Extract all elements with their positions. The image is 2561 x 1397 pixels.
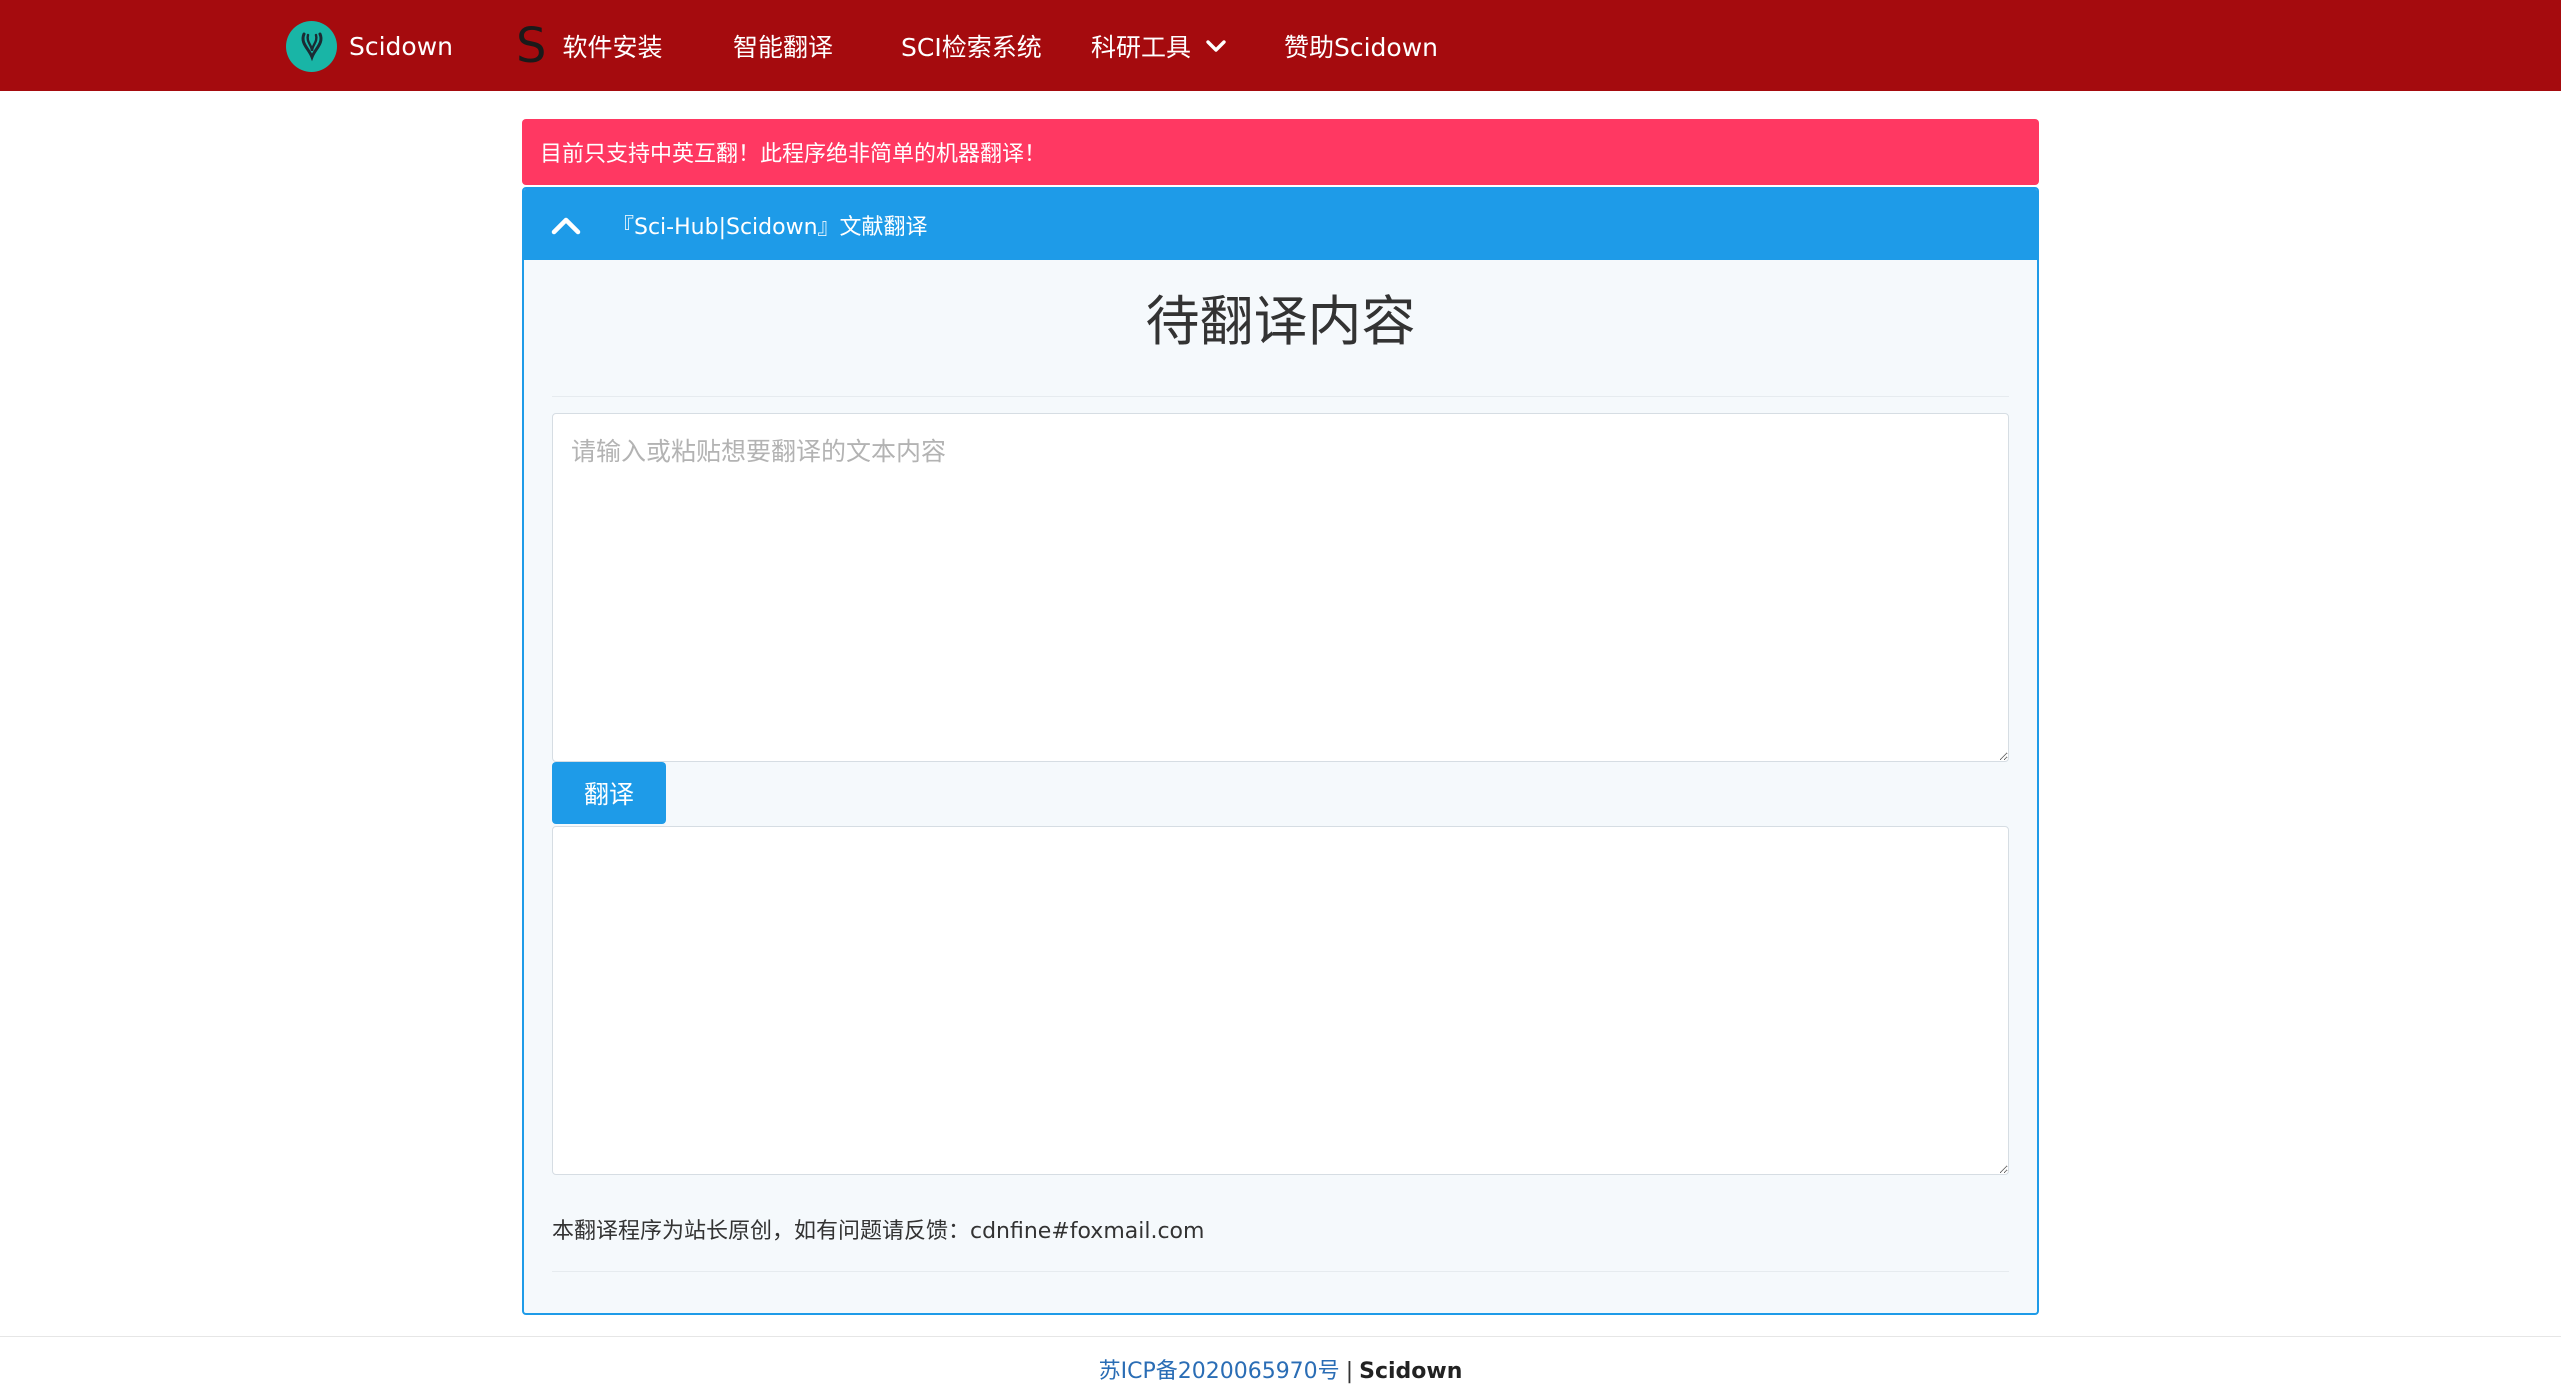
nav-item-software-install[interactable]: S 软件安装	[516, 20, 662, 72]
translation-output[interactable]	[552, 826, 2009, 1175]
nav-item-sponsor[interactable]: 赞助Scidown	[1284, 20, 1438, 72]
alert-text: 目前只支持中英互翻！此程序绝非简单的机器翻译！	[540, 142, 1047, 167]
source-text-input[interactable]	[552, 413, 2009, 762]
chevron-down-icon	[1205, 39, 1227, 53]
scidown-logo-icon	[286, 20, 337, 72]
support-alert: 目前只支持中英互翻！此程序绝非简单的机器翻译！	[522, 119, 2039, 185]
note-divider	[552, 1271, 2009, 1272]
footer-site-name: Scidown	[1359, 1359, 1463, 1384]
translate-panel: 『Sci-Hub|Scidown』文献翻译 待翻译内容 翻译 本翻译程序为站长原…	[522, 187, 2039, 1315]
icp-link[interactable]: 苏ICP备2020065970号	[1099, 1359, 1340, 1384]
panel-header: 『Sci-Hub|Scidown』文献翻译	[524, 189, 2037, 260]
top-navbar: Scidown S 软件安装 智能翻译 SCI检索系统 科研工具 赞助Scido…	[0, 0, 2561, 91]
nav-item-label: 赞助Scidown	[1284, 33, 1439, 62]
footer-divider	[0, 1336, 2561, 1337]
page-footer: 苏ICP备2020065970号 | Scidown	[0, 1352, 2561, 1392]
footer-separator: |	[1345, 1359, 1354, 1384]
page-title: 待翻译内容	[1145, 290, 1416, 353]
brand-link[interactable]: Scidown	[286, 20, 453, 72]
panel-title: 『Sci-Hub|Scidown』文献翻译	[612, 214, 928, 240]
heading-divider	[552, 396, 2009, 397]
brand-name: Scidown	[349, 31, 454, 61]
chevron-up-icon[interactable]	[546, 205, 586, 245]
nav-item-research-tools[interactable]: 科研工具	[1091, 20, 1227, 72]
nav-item-label: 科研工具	[1091, 33, 1192, 62]
nav-item-label: SCI检索系统	[901, 33, 1042, 62]
nav-item-smart-translate[interactable]: 智能翻译	[733, 20, 833, 72]
nav-item-label: 智能翻译	[733, 33, 834, 62]
s-letter-icon: S	[516, 18, 547, 74]
translate-button[interactable]: 翻译	[552, 762, 666, 824]
nav-item-sci-search[interactable]: SCI检索系统	[901, 20, 1042, 72]
nav-item-label: 软件安装	[562, 33, 663, 62]
feedback-note: 本翻译程序为站长原创，如有问题请反馈：cdnfine#foxmail.com	[552, 1219, 1205, 1244]
